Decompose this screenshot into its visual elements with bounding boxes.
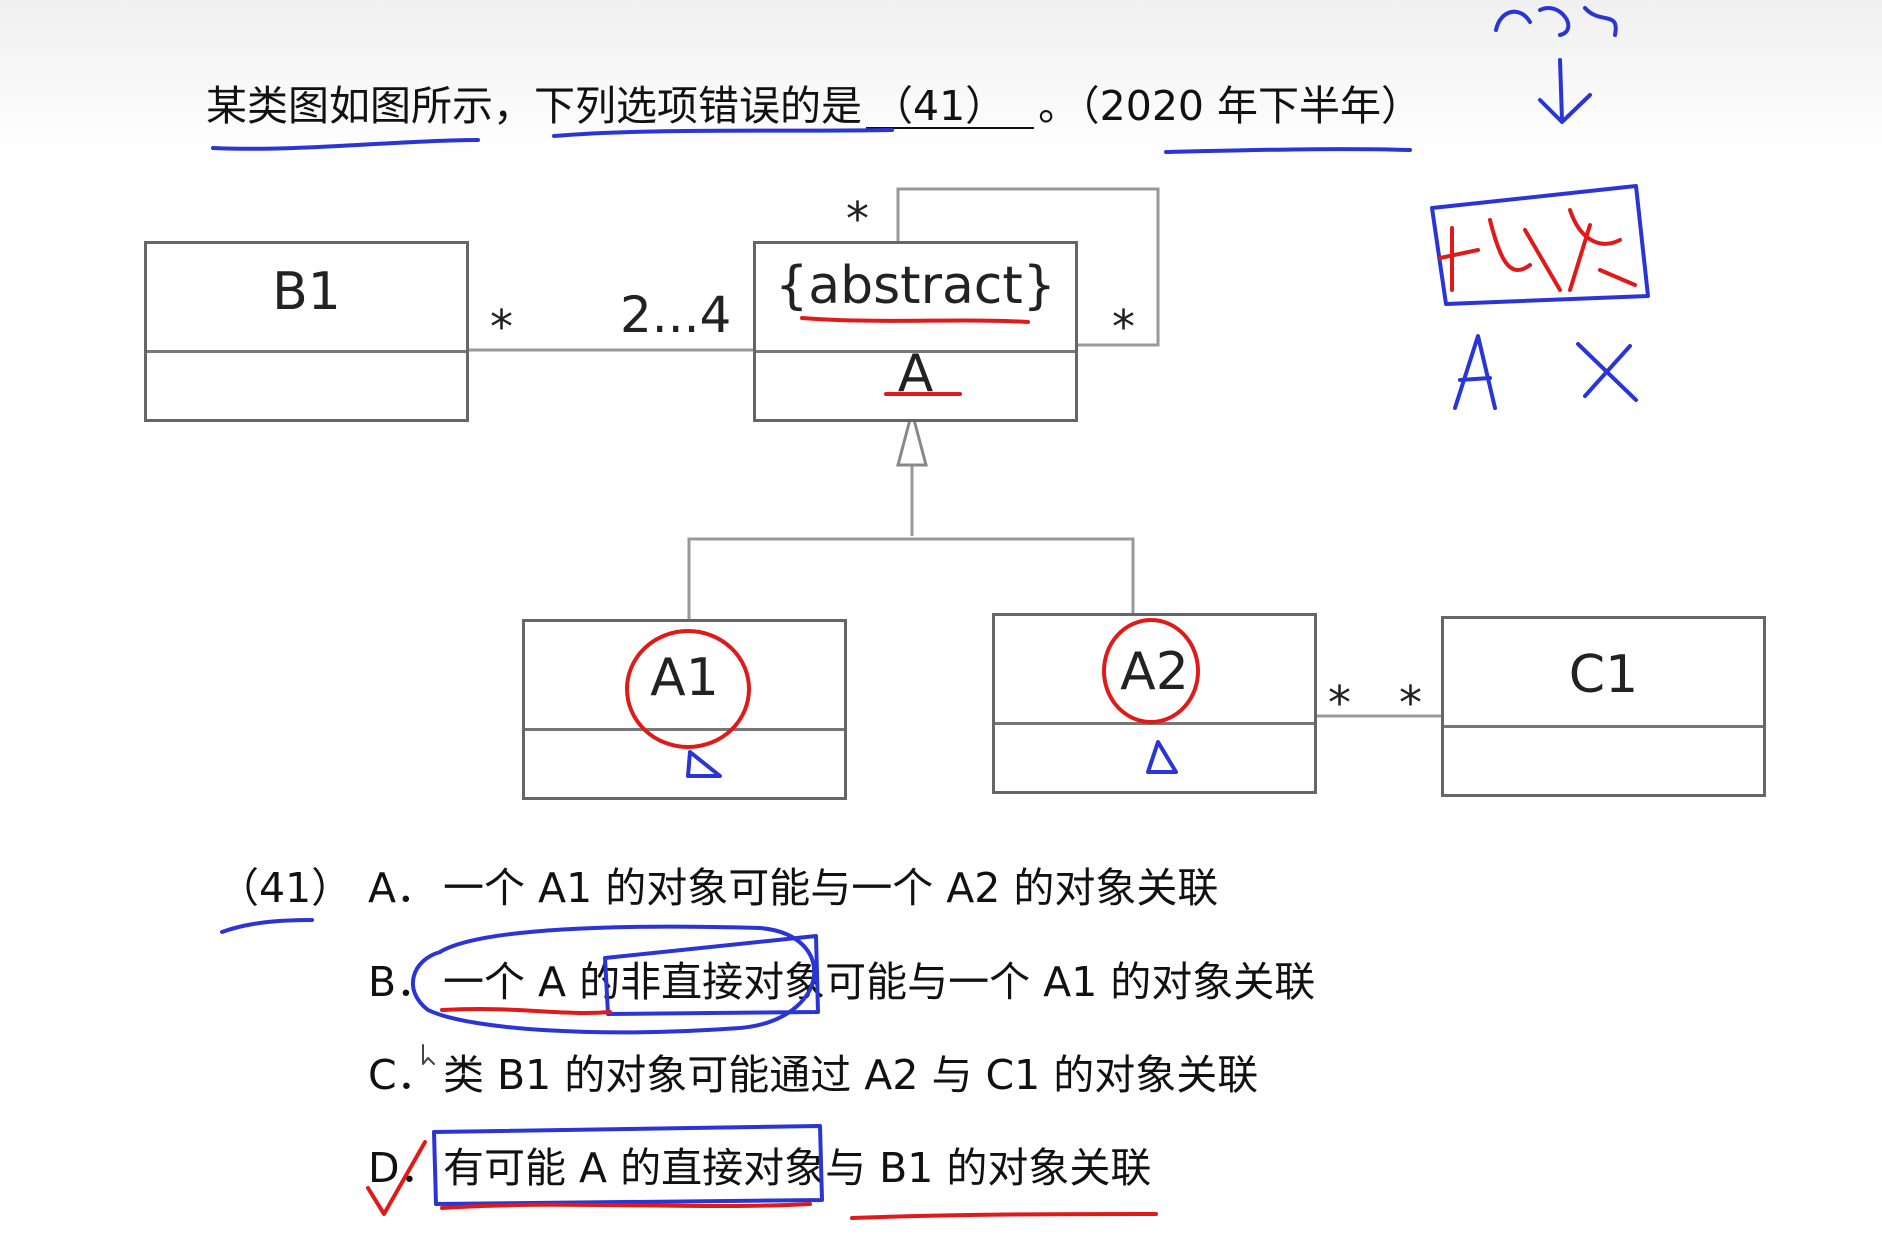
- handwritten-annotations: [211, 6, 1650, 1220]
- ink-underline-abstract: [800, 316, 1030, 324]
- ink-box-option-b: [603, 934, 820, 1016]
- ink-underline-year: [1164, 147, 1412, 154]
- ink-underline-stem-1: [211, 138, 480, 151]
- ink-down-arrow-icon: [1538, 58, 1592, 124]
- ink-underline-option-d-2: [850, 1212, 1158, 1220]
- ink-circle-a2: [1102, 618, 1200, 724]
- ink-letter-a: [1453, 334, 1497, 410]
- ink-letter-x-icon: [1576, 342, 1638, 402]
- ink-scribble-top-right: [1494, 6, 1618, 37]
- ink-underline-option-b: [440, 1007, 612, 1015]
- question-page: 某类图如图所示，下列选项错误的是 （41） 。（2020 年下半年） B1 {abs…: [0, 0, 1882, 1245]
- ink-box-note: [1430, 184, 1650, 306]
- ink-triangle-a2-icon: [1146, 740, 1178, 774]
- ink-triangle-a1-icon: [686, 750, 722, 778]
- ink-checkmark-icon: [366, 1140, 427, 1216]
- ink-underline-stem-2: [552, 128, 894, 138]
- ink-underline-option-d-1: [440, 1202, 812, 1210]
- ink-box-option-d: [432, 1124, 824, 1206]
- ink-underline-number: [220, 918, 314, 934]
- ink-circle-a1: [625, 629, 751, 749]
- cursor-icon: [422, 1044, 435, 1065]
- ink-red-note: [1438, 208, 1637, 292]
